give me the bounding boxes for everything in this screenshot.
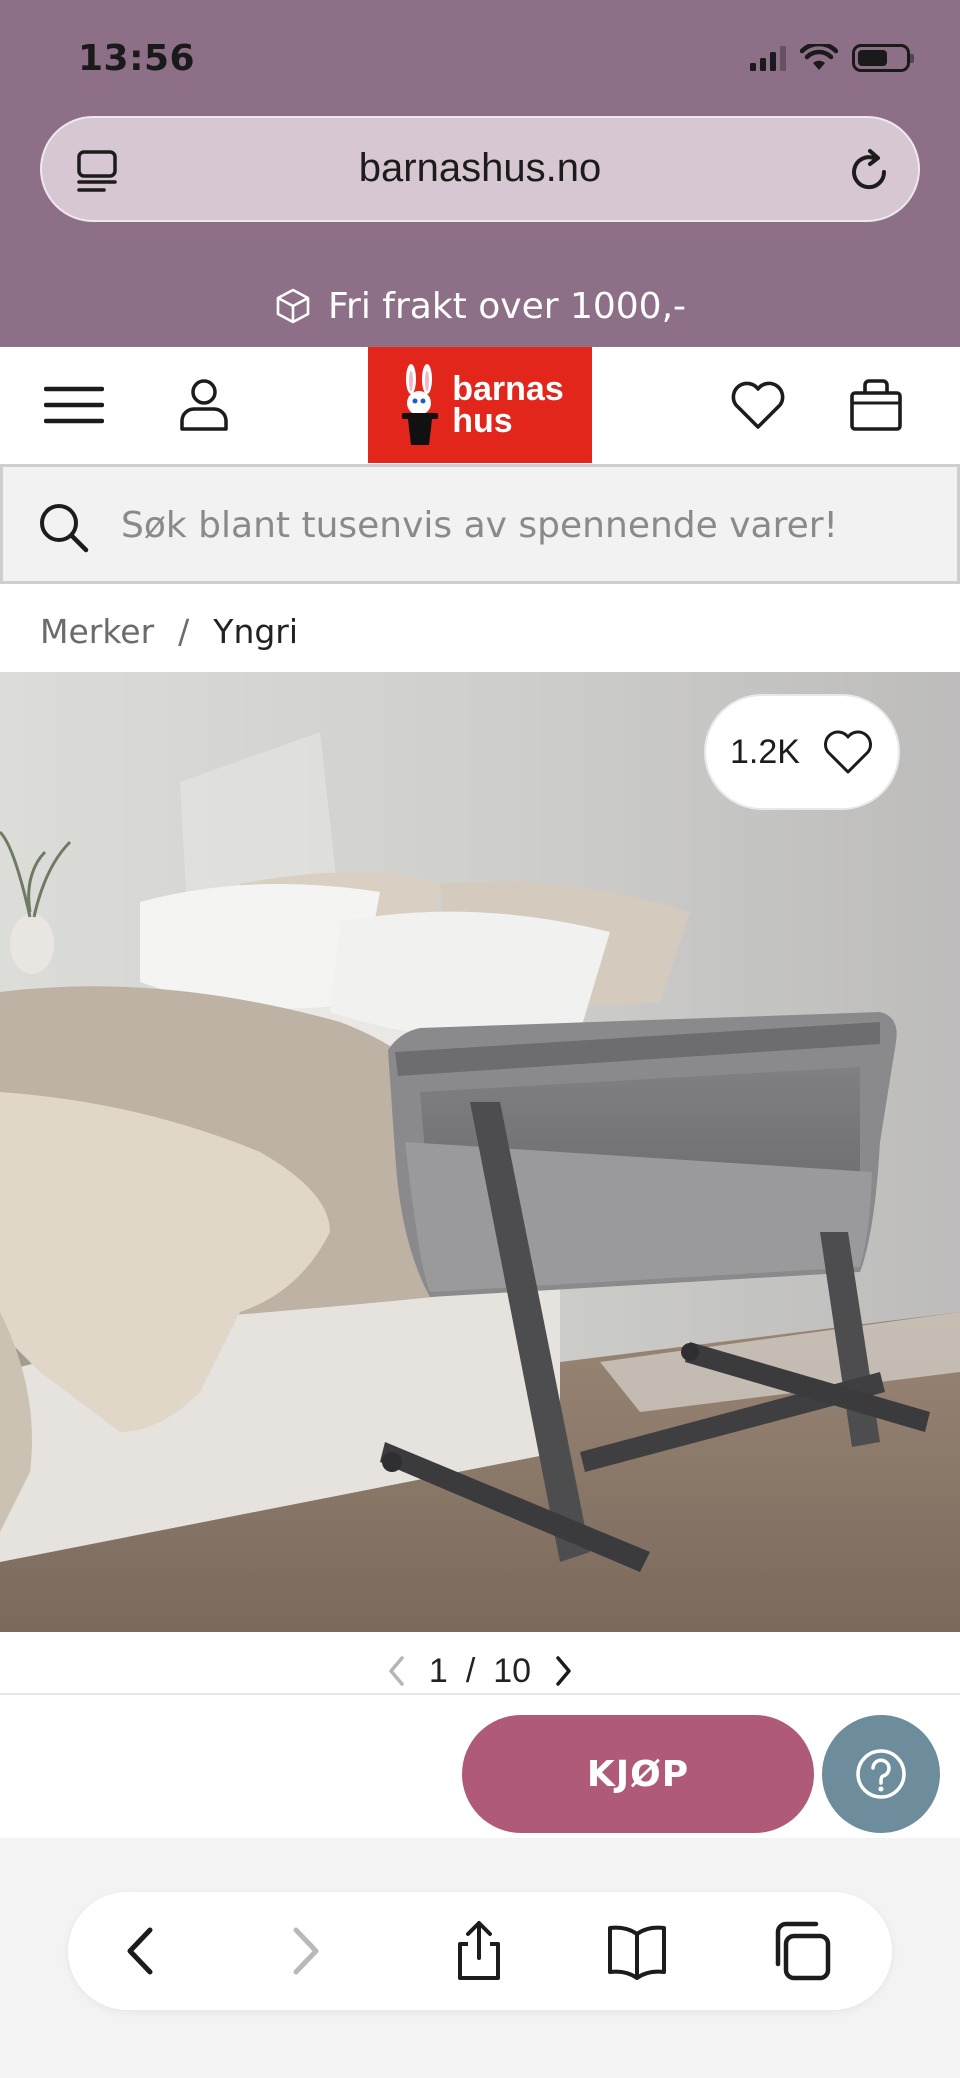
url-text[interactable]: barnashus.no <box>42 146 918 191</box>
bookmarks-icon <box>608 1925 666 1980</box>
breadcrumb-item-merker[interactable]: Merker <box>40 612 154 651</box>
pager-current: 1 <box>428 1651 448 1690</box>
breadcrumb-separator: / <box>178 611 190 651</box>
logo-text-line2: hus <box>452 402 513 440</box>
search-bar[interactable] <box>0 464 960 584</box>
like-count: 1.2K <box>730 732 800 771</box>
site-header: barnas hus <box>0 347 960 463</box>
rabbit-logo-icon <box>402 364 439 445</box>
battery-icon <box>852 44 914 72</box>
logo-text: barnas hus <box>452 370 564 440</box>
chevron-right-icon[interactable] <box>549 1654 577 1688</box>
hamburger-menu-icon[interactable] <box>44 375 104 435</box>
chevron-left-icon[interactable] <box>383 1654 411 1688</box>
toolbar-pill <box>68 1892 892 2010</box>
package-icon <box>276 288 310 324</box>
signal-icon <box>750 45 786 71</box>
reload-icon[interactable] <box>844 146 894 196</box>
browser-top-area: 13:56 barnashus.no Fri frakt over 1000,- <box>0 0 960 347</box>
image-pager: 1 / 10 <box>0 1648 960 1694</box>
shopping-bag-icon[interactable] <box>846 375 906 435</box>
product-photo[interactable] <box>0 672 960 1632</box>
status-time: 13:56 <box>78 38 196 79</box>
status-bar: 13:56 <box>0 0 960 110</box>
forward-icon <box>293 1927 319 1975</box>
search-input[interactable] <box>121 493 921 557</box>
forward-button[interactable] <box>270 1918 336 1984</box>
like-button[interactable]: 1.2K <box>704 694 900 810</box>
status-icons <box>750 44 914 72</box>
product-image-gallery[interactable]: 1.2K <box>0 672 960 1632</box>
heart-outline-icon <box>823 730 872 774</box>
logo-text-line1: barnas <box>452 370 564 408</box>
promo-banner: Fri frakt over 1000,- <box>0 276 960 336</box>
search-icon <box>40 504 89 553</box>
help-button[interactable] <box>822 1715 940 1833</box>
browser-toolbar <box>0 1838 960 2078</box>
share-button[interactable] <box>446 1918 512 1984</box>
help-icon <box>856 1749 906 1799</box>
promo-text: Fri frakt over 1000,- <box>327 285 687 327</box>
buy-button[interactable]: KJØP <box>462 1715 814 1833</box>
tabs-icon <box>775 1921 831 1981</box>
back-icon <box>127 1927 153 1975</box>
bookmarks-button[interactable] <box>604 1918 670 1984</box>
user-icon[interactable] <box>174 375 234 435</box>
buy-bar: KJØP <box>0 1693 960 1838</box>
tabs-button[interactable] <box>768 1918 834 1984</box>
breadcrumb: Merker / Yngri <box>40 606 298 656</box>
breadcrumb-item-yngri: Yngri <box>213 611 299 651</box>
heart-icon[interactable] <box>728 375 788 435</box>
back-button[interactable] <box>110 1918 176 1984</box>
wifi-icon <box>800 44 838 70</box>
address-bar[interactable]: barnashus.no <box>40 116 920 222</box>
share-icon <box>458 1921 500 1980</box>
pager-separator: / <box>465 1651 476 1690</box>
pager-total: 10 <box>493 1651 532 1690</box>
site-logo[interactable]: barnas hus <box>368 347 592 463</box>
